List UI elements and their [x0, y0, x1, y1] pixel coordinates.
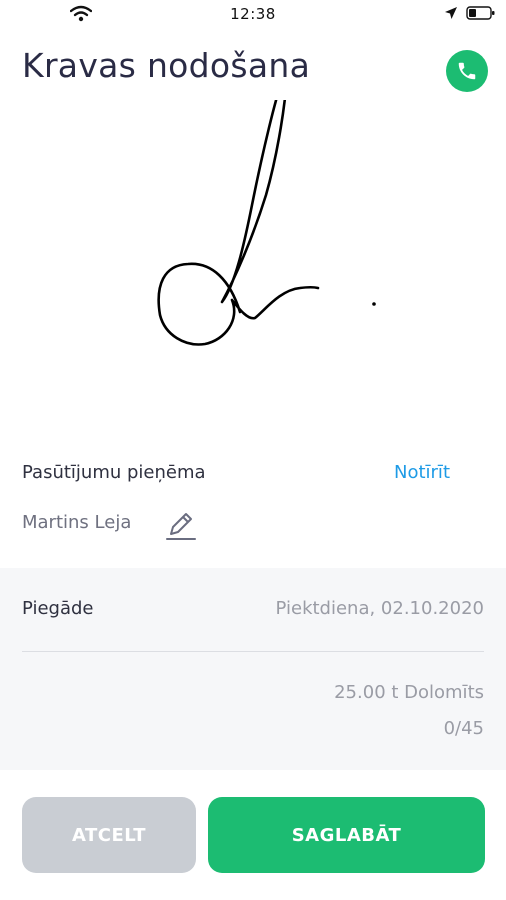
call-button[interactable]	[446, 50, 488, 92]
delivery-label: Piegāde	[22, 598, 94, 619]
cargo-count: 0/45	[443, 718, 484, 739]
signature-drawing	[157, 73, 376, 346]
status-bar: 12:38	[0, 0, 506, 30]
delivery-date: Piektdiena, 02.10.2020	[275, 598, 484, 619]
pencil-icon[interactable]	[164, 508, 198, 542]
cancel-button[interactable]: ATCELT	[22, 797, 196, 873]
clear-signature-link[interactable]: Notīrīt	[394, 462, 450, 483]
battery-icon	[466, 6, 495, 20]
received-by-label: Pasūtījumu pieņēma	[22, 462, 206, 483]
status-time: 12:38	[230, 5, 276, 23]
signature-pad[interactable]	[0, 73, 506, 430]
delivery-info-panel: Piegāde Piektdiena, 02.10.2020 25.00 t D…	[0, 568, 506, 770]
save-button[interactable]: SAGLABĀT	[208, 797, 485, 873]
signer-name: Martins Leja	[22, 512, 132, 533]
divider	[22, 651, 484, 652]
cargo-description: 25.00 t Dolomīts	[334, 682, 484, 703]
phone-icon	[458, 62, 476, 80]
location-arrow-icon	[445, 7, 457, 19]
page-title: Kravas nodošana	[22, 46, 311, 85]
